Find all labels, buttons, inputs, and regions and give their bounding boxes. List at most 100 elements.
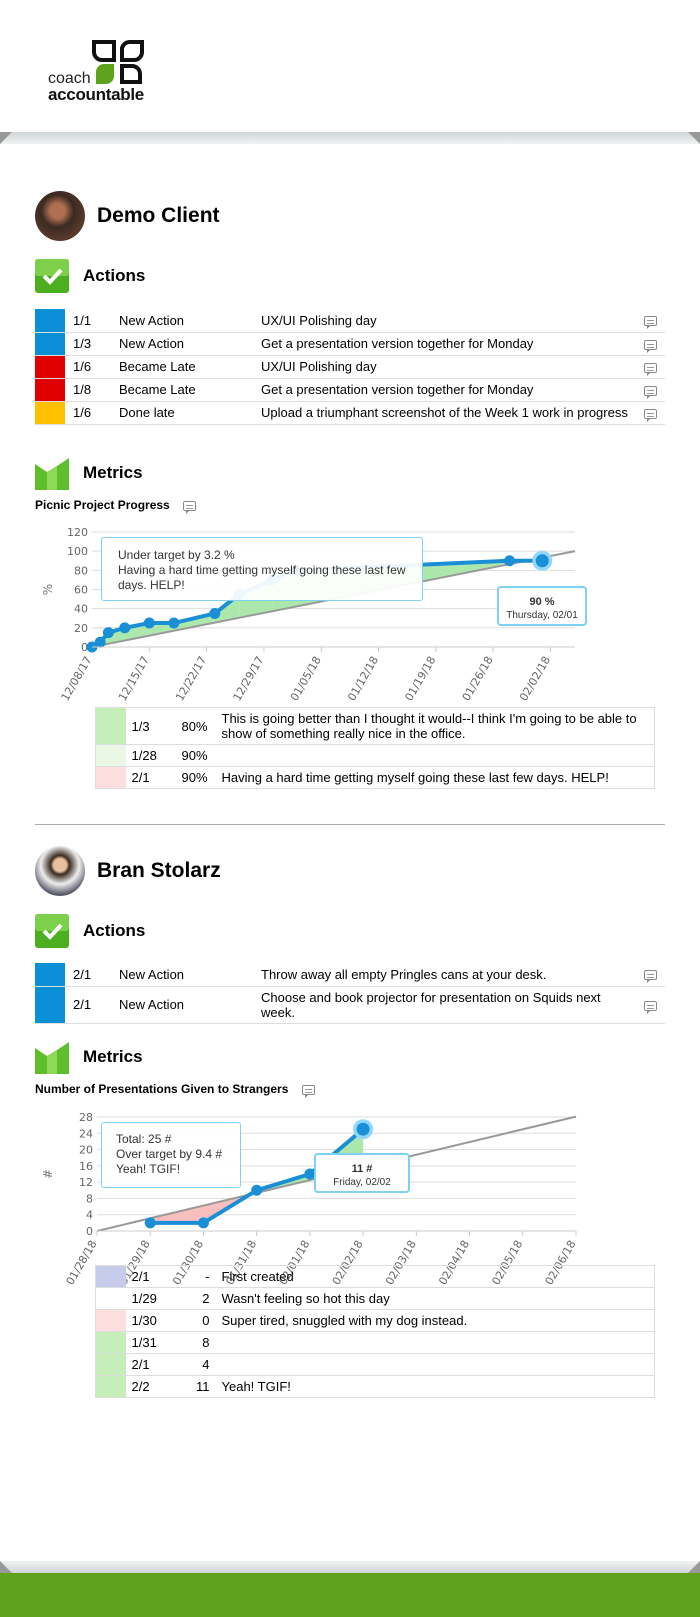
client-divider bbox=[35, 824, 665, 825]
comment-button[interactable] bbox=[635, 963, 665, 987]
entry-value: 2 bbox=[175, 1287, 216, 1310]
actions-heading: Actions bbox=[83, 266, 146, 285]
entry-date: 1/29 bbox=[125, 1287, 176, 1310]
tooltip-line: Having a hard time getting myself going … bbox=[118, 563, 406, 592]
comment-button[interactable] bbox=[635, 378, 665, 402]
action-row[interactable]: 1/6 Done late Upload a triumphant screen… bbox=[35, 401, 665, 425]
comment-icon[interactable] bbox=[643, 408, 657, 422]
entry-value: 90% bbox=[175, 744, 216, 767]
metrics-chart-icon bbox=[35, 458, 69, 490]
comment-button[interactable] bbox=[635, 986, 665, 1024]
entry-note: This is going better than I thought it w… bbox=[215, 707, 655, 745]
y-tick-label: 0 bbox=[86, 1225, 93, 1238]
metric-title-link[interactable]: Number of Presentations Given to Strange… bbox=[35, 1082, 288, 1096]
entry-note bbox=[215, 744, 655, 767]
metric-entry-row[interactable]: 1/3 80% This is going better than I thou… bbox=[95, 707, 655, 745]
metric-entry-row[interactable]: 1/30 0 Super tired, snuggled with my dog… bbox=[95, 1309, 655, 1332]
entry-value: 80% bbox=[175, 707, 216, 745]
entry-date: 2/1 bbox=[125, 1353, 176, 1376]
header: coach accountable bbox=[0, 0, 700, 132]
actions-table: 1/1 New Action UX/UI Polishing day 1/3 N… bbox=[35, 309, 665, 425]
action-text[interactable]: Get a presentation version together for … bbox=[255, 378, 635, 402]
data-point bbox=[119, 622, 131, 634]
action-row[interactable]: 1/6 Became Late UX/UI Polishing day bbox=[35, 355, 665, 379]
comment-button[interactable] bbox=[635, 309, 665, 333]
metric-entry-row[interactable]: 1/28 90% bbox=[95, 744, 655, 767]
action-text[interactable]: UX/UI Polishing day bbox=[255, 355, 635, 379]
tooltip-line: Yeah! TGIF! bbox=[116, 1162, 181, 1176]
hover-date: Thursday, 02/01 bbox=[506, 610, 578, 621]
comment-icon[interactable] bbox=[643, 339, 657, 353]
entry-note: Super tired, snuggled with my dog instea… bbox=[215, 1309, 655, 1332]
y-tick-label: 20 bbox=[74, 622, 88, 635]
chart-comment-tooltip: Under target by 3.2 % Having a hard time… bbox=[101, 537, 423, 601]
action-text[interactable]: Get a presentation version together for … bbox=[255, 332, 635, 356]
action-row[interactable]: 1/1 New Action UX/UI Polishing day bbox=[35, 309, 665, 333]
comment-button[interactable] bbox=[635, 355, 665, 379]
x-tick-label: 12/29/17 bbox=[231, 654, 267, 703]
y-axis-label: # bbox=[41, 1169, 55, 1179]
action-date: 1/6 bbox=[65, 401, 113, 425]
entry-status-swatch bbox=[95, 1265, 126, 1288]
metrics-section-header: Metrics bbox=[35, 456, 143, 490]
action-row[interactable]: 1/8 Became Late Get a presentation versi… bbox=[35, 378, 665, 402]
action-status-swatch bbox=[35, 332, 65, 356]
y-tick-label: 24 bbox=[79, 1127, 93, 1140]
action-row[interactable]: 2/1 New Action Choose and book projector… bbox=[35, 986, 665, 1024]
client-name[interactable]: Demo Client bbox=[97, 204, 220, 228]
entry-value: 11 bbox=[175, 1375, 216, 1398]
client-header: Bran Stolarz bbox=[35, 846, 221, 896]
coachaccountable-logo[interactable]: coach accountable bbox=[48, 40, 168, 110]
metric-entry-row[interactable]: 2/2 11 Yeah! TGIF! bbox=[95, 1375, 655, 1398]
action-row[interactable]: 2/1 New Action Throw away all empty Prin… bbox=[35, 963, 665, 987]
tooltip-line: Total: 25 # bbox=[116, 1132, 172, 1146]
data-point bbox=[197, 1217, 209, 1229]
metric-entry-row[interactable]: 1/31 8 bbox=[95, 1331, 655, 1354]
y-tick-label: 60 bbox=[74, 584, 88, 597]
metric-entry-row[interactable]: 2/1 4 bbox=[95, 1353, 655, 1376]
data-point bbox=[102, 627, 114, 639]
x-tick-label: 01/05/18 bbox=[288, 654, 324, 703]
comment-icon[interactable] bbox=[643, 362, 657, 376]
action-date: 1/8 bbox=[65, 378, 113, 402]
metrics-heading: Metrics bbox=[83, 1047, 143, 1066]
metric-title-link[interactable]: Picnic Project Progress bbox=[35, 498, 170, 512]
action-text[interactable]: Throw away all empty Pringles cans at yo… bbox=[255, 963, 635, 987]
comment-icon[interactable] bbox=[643, 385, 657, 399]
y-tick-label: 20 bbox=[79, 1144, 93, 1157]
actions-heading: Actions bbox=[83, 921, 146, 940]
action-row[interactable]: 1/3 New Action Get a presentation versio… bbox=[35, 332, 665, 356]
chart-comment-tooltip: Total: 25 # Over target by 9.4 # Yeah! T… bbox=[101, 1122, 241, 1188]
header-divider bbox=[0, 132, 700, 144]
comment-icon[interactable] bbox=[183, 500, 197, 514]
metric-entry-row[interactable]: 2/1 - First created bbox=[95, 1265, 655, 1288]
x-tick-label: 12/08/17 bbox=[59, 654, 95, 703]
action-date: 2/1 bbox=[65, 963, 113, 987]
data-point bbox=[504, 555, 516, 567]
entry-status-swatch bbox=[95, 1287, 126, 1310]
entry-status-swatch bbox=[95, 1309, 126, 1332]
action-text[interactable]: UX/UI Polishing day bbox=[255, 309, 635, 333]
metric-entry-row[interactable]: 2/1 90% Having a hard time getting mysel… bbox=[95, 766, 655, 789]
action-text[interactable]: Upload a triumphant screenshot of the We… bbox=[255, 401, 635, 425]
entry-note: Having a hard time getting myself going … bbox=[215, 766, 655, 789]
comment-icon[interactable] bbox=[643, 1000, 657, 1014]
action-text[interactable]: Choose and book projector for presentati… bbox=[255, 986, 635, 1024]
action-status-swatch bbox=[35, 401, 65, 425]
footer bbox=[0, 1561, 700, 1617]
comment-icon[interactable] bbox=[301, 1084, 315, 1098]
client-name[interactable]: Bran Stolarz bbox=[97, 859, 221, 883]
comment-icon[interactable] bbox=[643, 970, 657, 984]
metric-entry-row[interactable]: 1/29 2 Wasn't feeling so hot this day bbox=[95, 1287, 655, 1310]
y-tick-label: 8 bbox=[86, 1192, 93, 1205]
entry-status-swatch bbox=[95, 766, 126, 789]
metrics-heading: Metrics bbox=[83, 463, 143, 482]
comment-button[interactable] bbox=[635, 332, 665, 356]
comment-icon[interactable] bbox=[643, 316, 657, 330]
y-tick-label: 16 bbox=[79, 1160, 93, 1173]
entry-date: 1/3 bbox=[125, 707, 176, 745]
metric-title: Picnic Project Progress bbox=[35, 498, 197, 514]
comment-button[interactable] bbox=[635, 401, 665, 425]
x-tick-label: 12/22/17 bbox=[173, 654, 209, 703]
actions-section-header: Actions bbox=[35, 914, 145, 948]
